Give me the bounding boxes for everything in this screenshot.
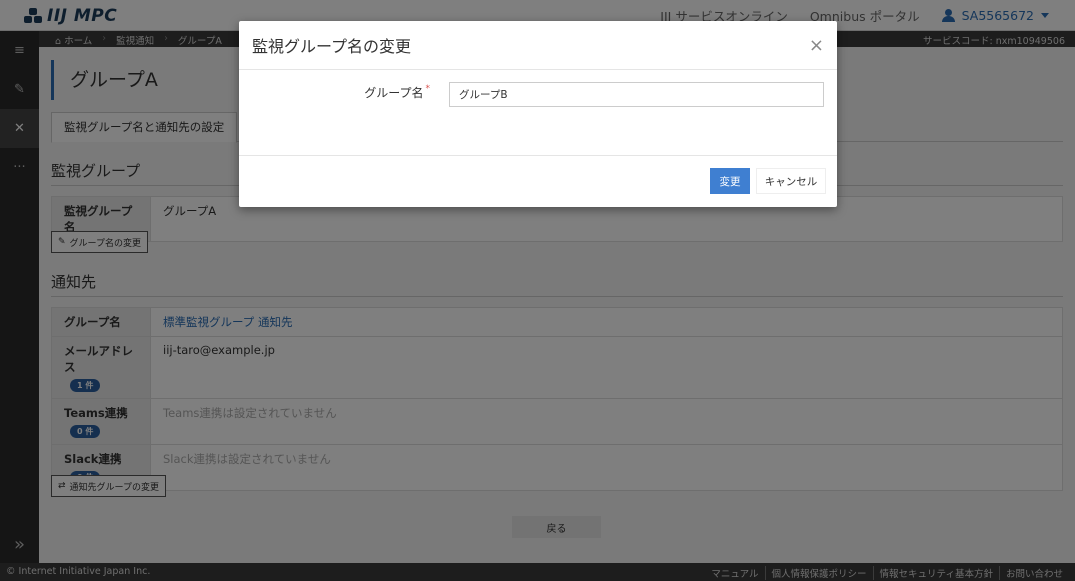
group-name-label-text: グループ名 <box>364 86 424 100</box>
submit-change-button[interactable]: 変更 <box>710 168 750 194</box>
required-mark: * <box>425 84 431 94</box>
dialog-body: グループ名 * <box>239 70 837 156</box>
dialog-title: 監視グループ名の変更 <box>252 37 412 56</box>
dialog-header: 監視グループ名の変更 × <box>239 21 837 70</box>
rename-group-dialog: 監視グループ名の変更 × グループ名* 変更 キャンセル <box>239 21 837 207</box>
close-icon[interactable]: × <box>809 35 824 56</box>
group-name-label: グループ名 * <box>364 84 430 101</box>
cancel-button[interactable]: キャンセル <box>756 168 826 194</box>
dialog-footer: 変更 キャンセル <box>239 156 837 206</box>
group-name-input[interactable] <box>449 82 824 107</box>
